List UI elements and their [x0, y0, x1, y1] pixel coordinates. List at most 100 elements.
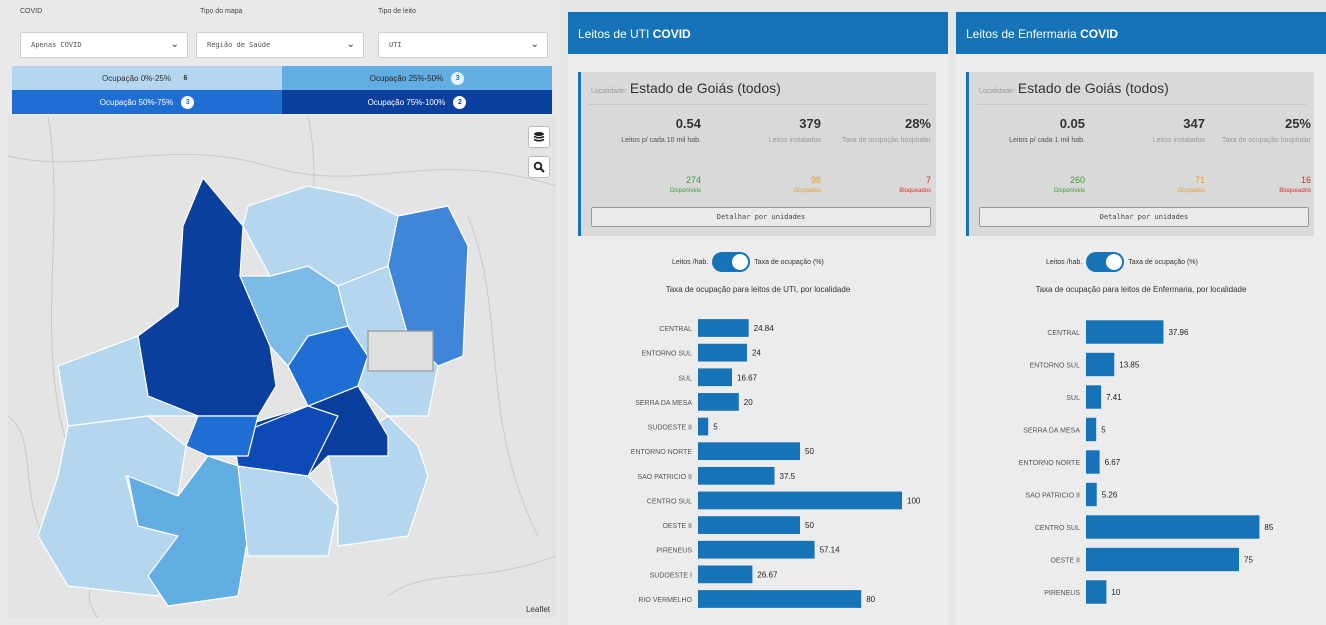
- value-label: 24.84: [754, 324, 775, 333]
- category-label: ENTORNO SUL: [642, 351, 693, 358]
- category-label: SAO PATRICIO II: [637, 474, 692, 481]
- covid-filter-label: COVID: [20, 8, 43, 15]
- bar[interactable]: [1086, 385, 1102, 409]
- bar[interactable]: [698, 565, 753, 584]
- value-label: 20: [744, 398, 753, 407]
- enf-panel: Leitos de Enfermaria COVID Localidade: Es…: [956, 12, 1326, 625]
- covid-select-value: Apenas COVID: [31, 41, 82, 49]
- legend-occupancy-50-75[interactable]: Ocupação 50%-75% 3: [12, 90, 282, 114]
- bar[interactable]: [698, 343, 747, 362]
- value-label: 7.41: [1106, 393, 1122, 402]
- bar[interactable]: [1086, 482, 1097, 507]
- category-label: CENTRAL: [1047, 330, 1080, 337]
- region-mid-center-west: [185, 415, 259, 457]
- bar[interactable]: [1086, 417, 1097, 442]
- category-label: CENTRO SUL: [647, 498, 692, 505]
- bar[interactable]: [698, 417, 709, 436]
- category-label: OESTE II: [662, 523, 692, 530]
- uti-bar-chart: CENTRAL 24.84 ENTORNO SUL 24 SUL 16.67 SERRA D…: [631, 319, 921, 608]
- category-label: ENTORNO NORTE: [631, 449, 693, 456]
- category-label: OESTE II: [1050, 558, 1080, 565]
- legend-label: Ocupação 75%-100%: [367, 97, 446, 107]
- value-label: 57.14: [820, 546, 841, 555]
- value-label: 50: [805, 521, 814, 530]
- legend-count-badge: 6: [183, 74, 188, 82]
- category-label: CENTRAL: [659, 326, 692, 333]
- value-label: 100: [907, 496, 921, 505]
- value-label: 5: [713, 423, 718, 432]
- category-label: SUDOESTE II: [648, 425, 692, 432]
- map-svg: [8, 116, 556, 618]
- map-attribution[interactable]: Leaflet: [526, 605, 550, 614]
- bar[interactable]: [1086, 580, 1107, 604]
- bar[interactable]: [1086, 450, 1100, 474]
- legend-label: Ocupação 25%-50%: [369, 73, 444, 83]
- bar[interactable]: [698, 590, 862, 608]
- bar[interactable]: [698, 516, 800, 534]
- health-regions: [37, 176, 469, 607]
- value-label: 80: [866, 595, 875, 604]
- category-label: SAO PATRICIO II: [1025, 493, 1080, 500]
- value-label: 26.67: [757, 570, 778, 579]
- layers-icon-glyph: [533, 132, 545, 142]
- value-label: 10: [1111, 588, 1120, 597]
- search-icon[interactable]: [528, 156, 550, 178]
- bar[interactable]: [1086, 320, 1164, 344]
- map-type-select-value: Região de Saúde: [207, 41, 271, 49]
- bar[interactable]: [698, 368, 733, 387]
- value-label: 13.85: [1119, 361, 1140, 370]
- bar[interactable]: [698, 540, 815, 559]
- legend-label: Ocupação 50%-75%: [99, 97, 174, 107]
- value-label: 37.96: [1168, 328, 1189, 337]
- value-label: 85: [1264, 523, 1273, 532]
- category-label: RIO VERMELHO: [638, 597, 692, 604]
- bar[interactable]: [698, 491, 902, 510]
- category-label: SUL: [678, 375, 692, 382]
- legend-occupancy-0-25[interactable]: Ocupação 0%-25% 6: [12, 66, 282, 90]
- value-label: 5: [1101, 426, 1106, 435]
- category-label: ENTORNO NORTE: [1019, 460, 1081, 467]
- map-type-filter-label: Tipo do mapa: [200, 8, 243, 15]
- value-label: 75: [1244, 556, 1253, 565]
- layers-icon[interactable]: [528, 126, 550, 148]
- region-light-df: [367, 330, 434, 372]
- category-label: SERRA DA MESA: [635, 400, 692, 407]
- value-label: 6.67: [1105, 458, 1121, 467]
- category-label: SUDOESTE I: [650, 572, 692, 579]
- bar[interactable]: [698, 393, 739, 411]
- value-label: 5.26: [1102, 491, 1118, 500]
- category-label: CENTRO SUL: [1035, 525, 1080, 532]
- enf-bar-chart: CENTRAL 37.96 ENTORNO SUL 13.85 SUL 7.41 SERRA…: [1019, 320, 1274, 604]
- uti-panel: Leitos de UTI COVID Localidade: Estado de…: [568, 12, 948, 625]
- category-label: SERRA DA MESA: [1023, 428, 1080, 435]
- region-map[interactable]: Leaflet: [8, 116, 556, 618]
- bar[interactable]: [1086, 547, 1239, 572]
- value-label: 24: [752, 349, 761, 358]
- legend-occupancy-75-100[interactable]: Ocupação 75%-100% 2: [282, 90, 552, 114]
- category-label: PIRENEUS: [656, 548, 692, 555]
- value-label: 37.5: [780, 472, 796, 481]
- bed-type-select[interactable]: UTI ⌄: [378, 32, 548, 58]
- map-type-select[interactable]: Região de Saúde ⌄: [196, 32, 364, 58]
- chevron-down-icon: ⌄: [530, 39, 539, 50]
- legend-occupancy-25-50[interactable]: Ocupação 25%-50% 3: [282, 66, 552, 90]
- bar[interactable]: [1086, 515, 1260, 539]
- legend-count-badge: 3: [181, 95, 195, 109]
- bar[interactable]: [1086, 352, 1115, 377]
- value-label: 16.67: [737, 373, 758, 382]
- legend-count-badge: 2: [453, 95, 467, 109]
- bed-type-select-value: UTI: [389, 41, 402, 49]
- value-label: 50: [805, 447, 814, 456]
- map-column: COVID Tipo do mapa Tipo de leito Apenas …: [0, 0, 560, 625]
- legend-count-badge: 3: [451, 71, 465, 85]
- region-light-center-south: [237, 465, 339, 557]
- app-root: COVID Tipo do mapa Tipo de leito Apenas …: [0, 0, 1326, 625]
- covid-select[interactable]: Apenas COVID ⌄: [20, 32, 188, 58]
- category-label: ENTORNO SUL: [1030, 363, 1081, 370]
- bed-type-filter-label: Tipo de leito: [378, 8, 416, 15]
- bar[interactable]: [698, 442, 800, 461]
- bar[interactable]: [698, 466, 775, 485]
- chevron-down-icon: ⌄: [346, 39, 355, 50]
- category-label: SUL: [1066, 395, 1080, 402]
- bar[interactable]: [698, 319, 749, 337]
